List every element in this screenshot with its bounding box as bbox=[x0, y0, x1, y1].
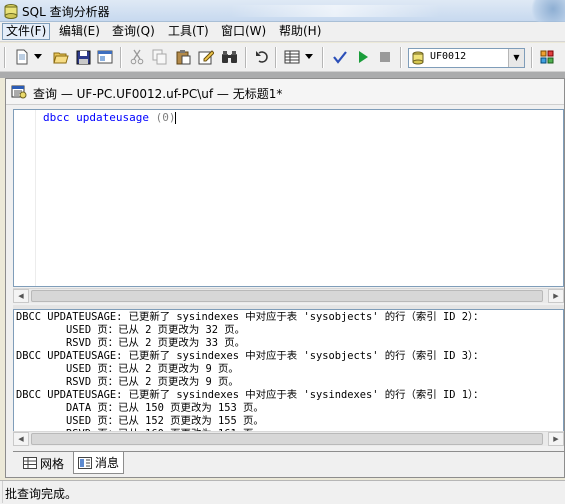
query-editor[interactable]: dbcc updateusage (0) bbox=[13, 109, 564, 287]
new-query-icon[interactable] bbox=[13, 48, 31, 66]
message-line: RSVD 页：已从 2 页更改为 33 页。 bbox=[16, 337, 246, 349]
results-tabs: 网格 消息 bbox=[13, 451, 564, 475]
menu-file[interactable]: 文件(F) bbox=[2, 23, 51, 40]
message-line: RSVD 页：已从 2 页更改为 9 页。 bbox=[16, 376, 239, 388]
messages-pane[interactable]: DBCC UPDATEUSAGE: 已更新了 sysindexes 中对应于表 … bbox=[13, 309, 564, 441]
code-args: (0) bbox=[155, 111, 176, 124]
message-line: USED 页：已从 2 页更改为 9 页。 bbox=[16, 363, 239, 375]
scroll-left-icon[interactable]: ◀ bbox=[13, 289, 29, 303]
execute-icon[interactable] bbox=[354, 48, 372, 66]
stop-icon[interactable] bbox=[376, 48, 394, 66]
copy-icon[interactable] bbox=[151, 48, 169, 66]
status-grip bbox=[0, 481, 3, 503]
status-text: 批查询完成。 bbox=[5, 487, 78, 501]
tab-messages[interactable]: 消息 bbox=[73, 452, 125, 474]
title-bar-decoration bbox=[525, 0, 565, 22]
menu-window[interactable]: 窗口(W) bbox=[218, 23, 269, 40]
message-line: DBCC UPDATEUSAGE: 已更新了 sysindexes 中对应于表 … bbox=[16, 311, 484, 323]
toolbar-separator bbox=[120, 47, 122, 68]
query-window-titlebar[interactable]: 查询 — UF-PC.UF0012.uf-PC\uf — 无标题1* bbox=[6, 79, 564, 105]
message-line: USED 页：已从 2 页更改为 32 页。 bbox=[16, 324, 246, 336]
database-value: UF0012 bbox=[430, 51, 467, 62]
toolbar: UF0012 ▼ bbox=[0, 43, 565, 72]
message-line: DBCC UPDATEUSAGE: 已更新了 sysindexes 中对应于表 … bbox=[16, 389, 484, 401]
message-line: USED 页：已从 152 页更改为 155 页。 bbox=[16, 415, 264, 427]
undo-icon[interactable] bbox=[253, 48, 271, 66]
scrollbar-thumb[interactable] bbox=[31, 290, 543, 302]
tab-messages-label: 消息 bbox=[95, 456, 120, 470]
toolbar-separator bbox=[531, 47, 533, 68]
toolbar-grip bbox=[4, 47, 6, 68]
database-icon bbox=[412, 51, 424, 65]
insert-template-icon[interactable] bbox=[96, 48, 114, 66]
code-keyword: dbcc updateusage bbox=[43, 111, 149, 124]
scroll-right-icon[interactable]: ▶ bbox=[548, 289, 564, 303]
title-bar-background bbox=[230, 5, 440, 17]
find-icon[interactable] bbox=[220, 48, 238, 66]
window-title: SQL 查询分析器 bbox=[22, 5, 110, 19]
message-line: DATA 页：已从 150 页更改为 153 页。 bbox=[16, 402, 264, 414]
paste-icon[interactable] bbox=[174, 48, 192, 66]
toolbar-separator bbox=[275, 47, 277, 68]
menu-query[interactable]: 查询(Q) bbox=[109, 23, 158, 40]
grid-icon bbox=[23, 457, 37, 469]
menu-help[interactable]: 帮助(H) bbox=[276, 23, 324, 40]
menu-tools[interactable]: 工具(T) bbox=[165, 23, 212, 40]
text-caret bbox=[175, 112, 177, 124]
messages-horizontal-scrollbar[interactable]: ◀ ▶ bbox=[13, 431, 564, 446]
app-icon bbox=[4, 4, 18, 19]
toolbar-separator bbox=[322, 47, 324, 68]
status-bar: 批查询完成。 bbox=[0, 480, 565, 504]
dropdown-arrow-icon[interactable] bbox=[32, 48, 44, 66]
dropdown-arrow-icon[interactable] bbox=[303, 48, 315, 66]
query-window-icon bbox=[11, 85, 27, 99]
query-window: 查询 — UF-PC.UF0012.uf-PC\uf — 无标题1* dbcc … bbox=[5, 78, 565, 478]
toolbar-separator bbox=[245, 47, 247, 68]
scrollbar-thumb[interactable] bbox=[31, 433, 543, 445]
results-mode-icon[interactable] bbox=[283, 48, 301, 66]
tab-grid[interactable]: 网格 bbox=[19, 452, 68, 474]
query-text[interactable]: dbcc updateusage (0) bbox=[43, 111, 177, 124]
object-browser-icon[interactable] bbox=[538, 48, 556, 66]
editor-gutter bbox=[14, 110, 36, 286]
message-line: DBCC UPDATEUSAGE: 已更新了 sysindexes 中对应于表 … bbox=[16, 350, 484, 362]
query-window-title: 查询 — UF-PC.UF0012.uf-PC\uf — 无标题1* bbox=[33, 87, 283, 101]
menu-edit[interactable]: 编辑(E) bbox=[56, 23, 103, 40]
chevron-down-icon[interactable]: ▼ bbox=[508, 49, 524, 67]
cut-icon[interactable] bbox=[128, 48, 146, 66]
edit-icon[interactable] bbox=[197, 48, 215, 66]
save-icon[interactable] bbox=[74, 48, 92, 66]
database-selector[interactable]: UF0012 ▼ bbox=[408, 48, 525, 68]
title-bar: SQL 查询分析器 bbox=[0, 0, 565, 22]
editor-horizontal-scrollbar[interactable]: ◀ ▶ bbox=[13, 288, 564, 303]
menu-bar: 文件(F) 编辑(E) 查询(Q) 工具(T) 窗口(W) 帮助(H) bbox=[0, 22, 565, 42]
scroll-right-icon[interactable]: ▶ bbox=[548, 432, 564, 446]
scroll-left-icon[interactable]: ◀ bbox=[13, 432, 29, 446]
parse-check-icon[interactable] bbox=[331, 48, 349, 66]
toolbar-separator bbox=[400, 47, 402, 68]
tab-grid-label: 网格 bbox=[40, 456, 65, 471]
open-icon[interactable] bbox=[52, 48, 70, 66]
messages-icon bbox=[78, 456, 92, 469]
